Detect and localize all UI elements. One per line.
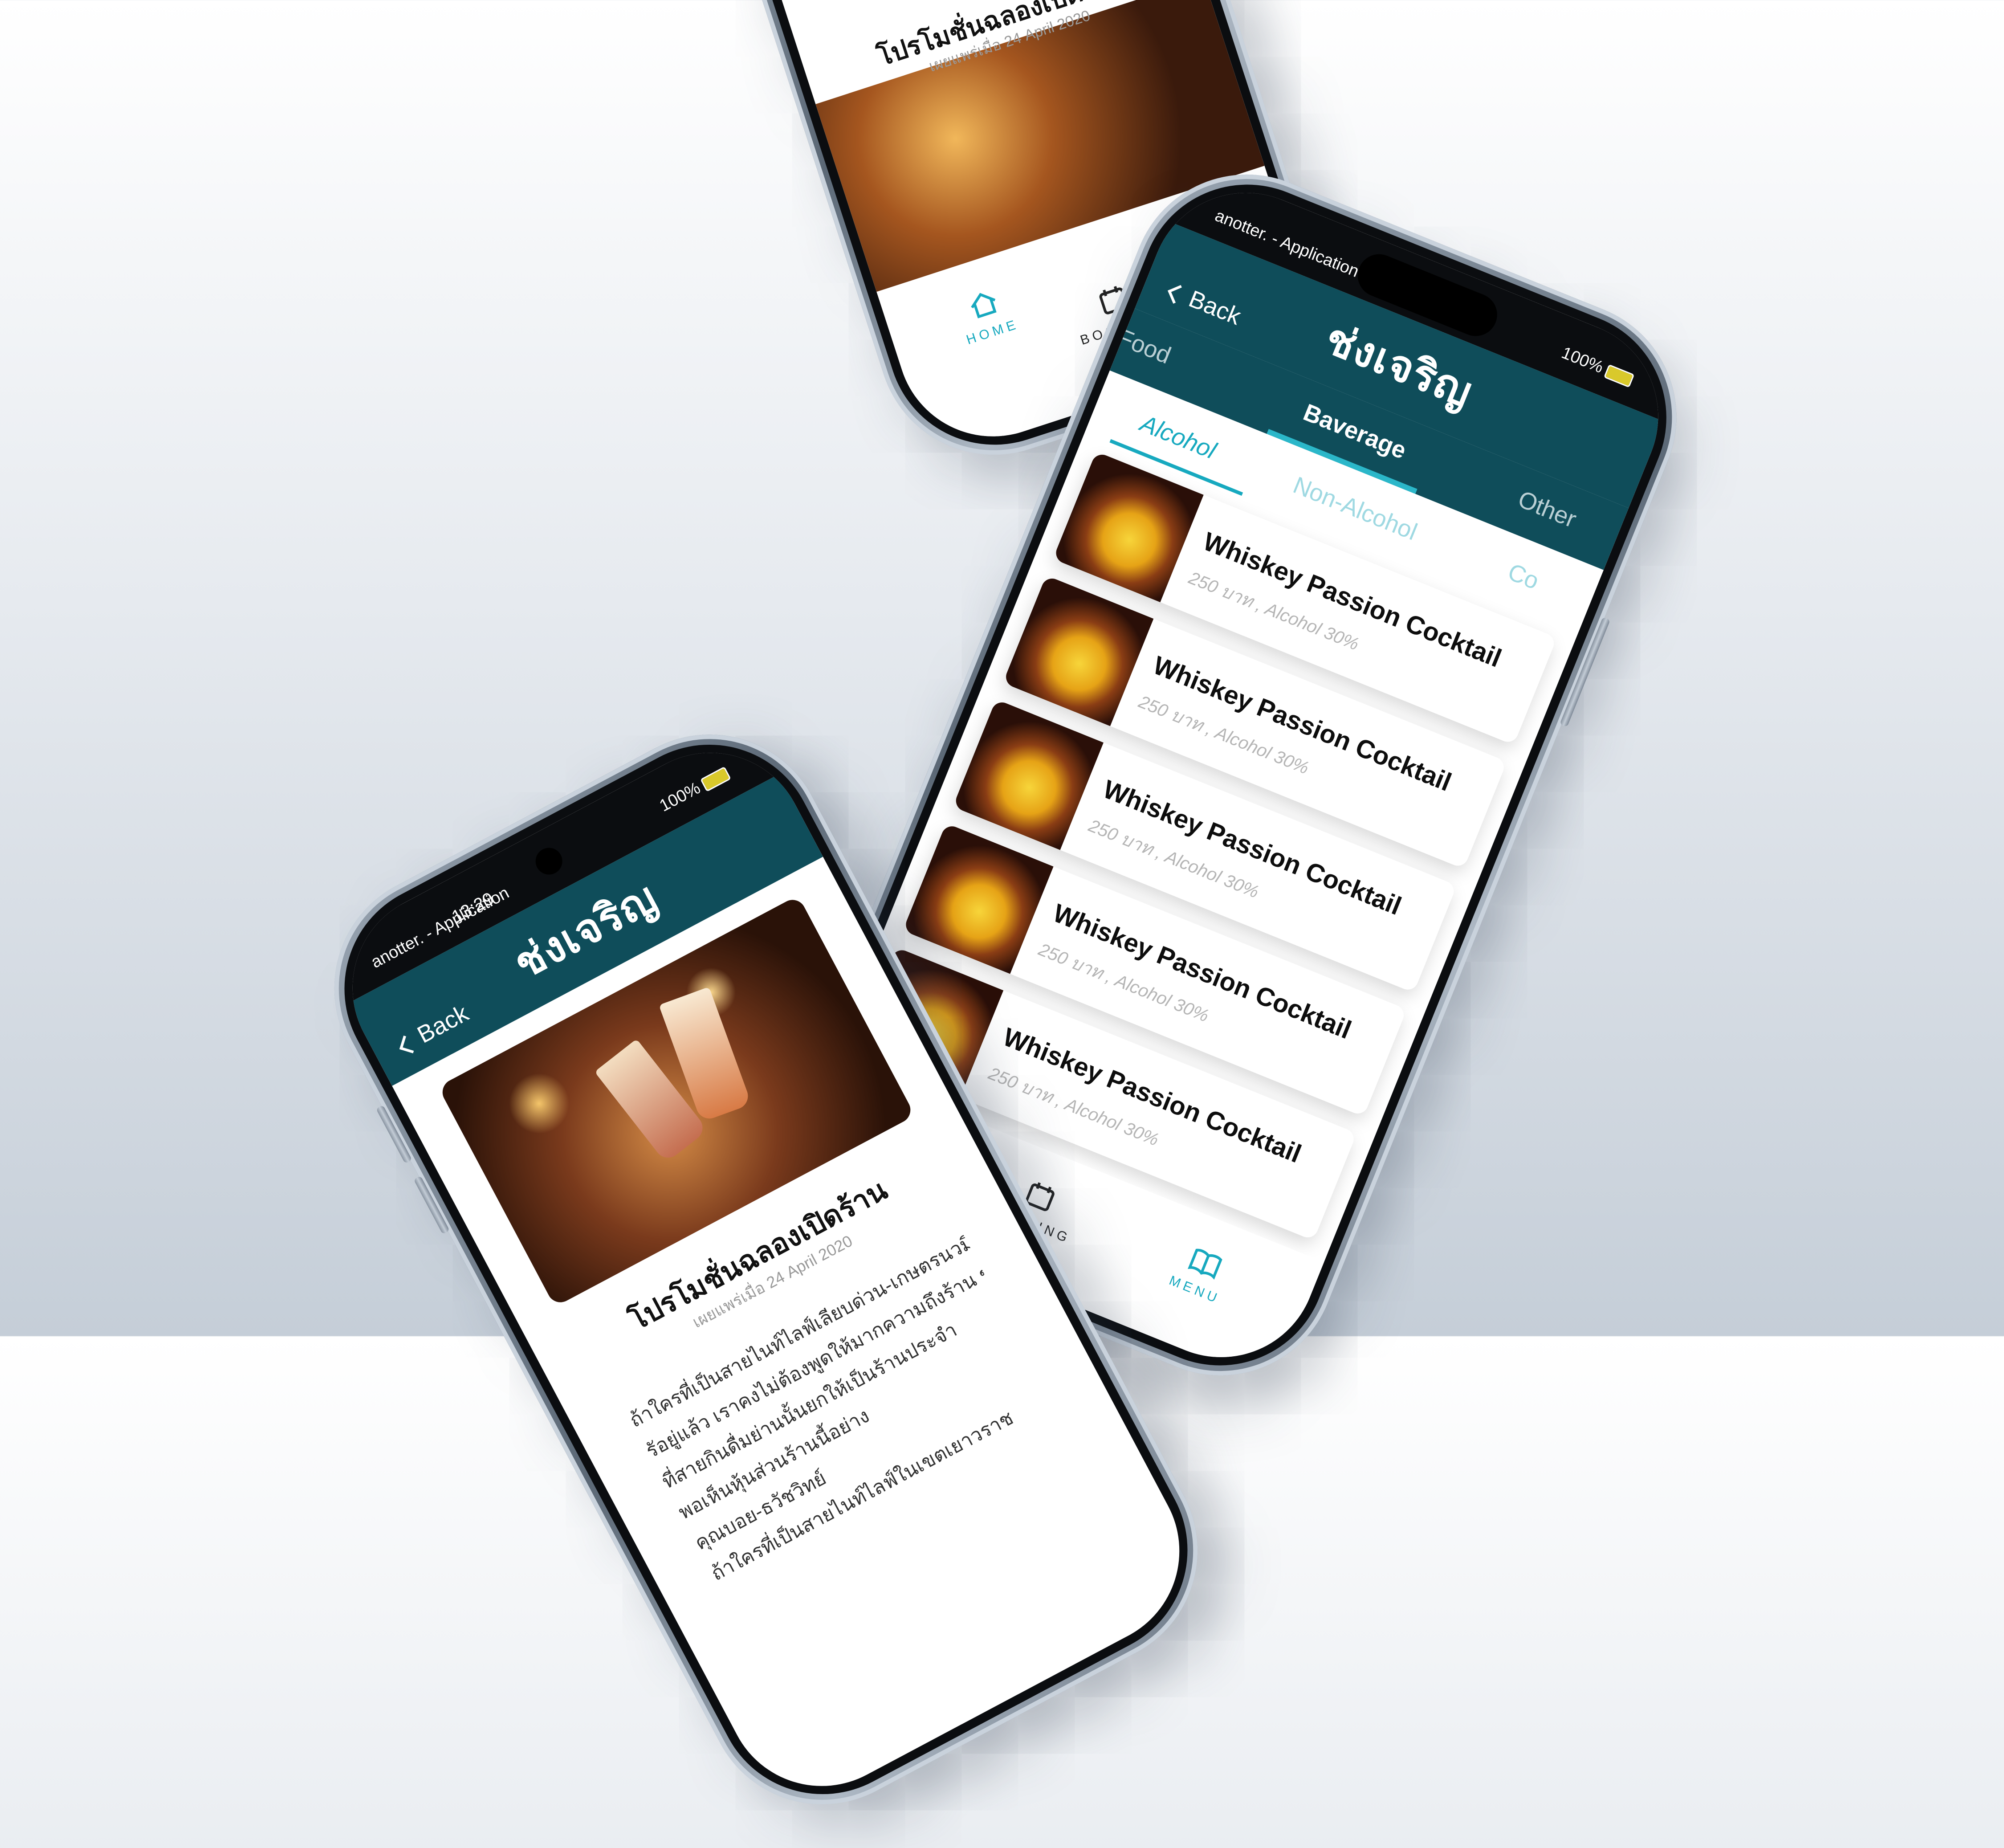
cocktail-thumbnail <box>903 823 1054 974</box>
tab-other[interactable]: Other <box>1514 485 1580 533</box>
cocktail-thumbnail <box>953 699 1104 850</box>
home-icon <box>971 293 997 318</box>
subtab-more[interactable]: Co <box>1504 558 1543 595</box>
nav-home[interactable]: HOME <box>925 273 1051 358</box>
front-camera <box>531 843 567 880</box>
battery-status: 100% <box>1559 343 1636 389</box>
book-icon <box>1188 1248 1222 1280</box>
battery-percent: 100% <box>1559 343 1606 377</box>
nav-menu[interactable]: MENU <box>1138 1228 1265 1319</box>
battery-icon <box>700 766 731 792</box>
cocktail-thumbnail <box>1002 575 1154 726</box>
cocktail-thumbnail <box>1053 451 1204 603</box>
battery-percent: 100% <box>656 779 704 816</box>
battery-icon <box>1603 364 1635 388</box>
clock: 13:29 <box>448 889 497 927</box>
